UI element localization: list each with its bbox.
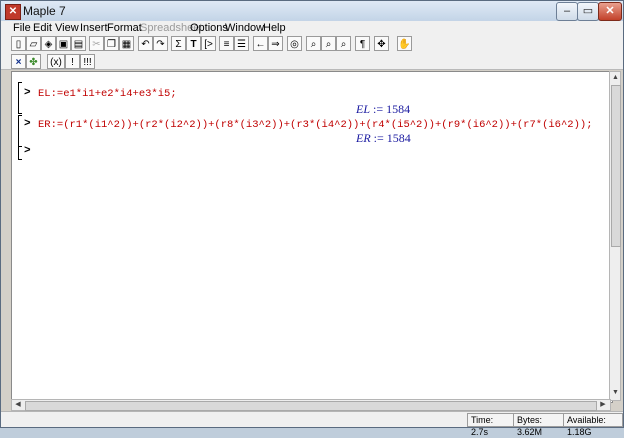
status-available: Available: 1.18G xyxy=(563,413,623,437)
prompt: > xyxy=(24,118,31,130)
menu-edit[interactable]: Edit xyxy=(33,22,52,34)
exec-group-icon[interactable]: ≡ xyxy=(219,36,234,51)
execution-group-bracket[interactable] xyxy=(18,146,22,160)
title-bar: ✕ Maple 7 – ▭ ✕ xyxy=(1,1,623,21)
eval-icon[interactable]: (x) xyxy=(47,54,65,69)
exclaim-all-icon[interactable]: !!! xyxy=(80,54,95,69)
paste-icon[interactable]: ▦ xyxy=(119,36,134,51)
expand-icon[interactable]: ✥ xyxy=(374,36,389,51)
cut-icon[interactable]: ✂ xyxy=(89,36,104,51)
output-variable: EL xyxy=(356,102,371,116)
output-value: 1584 xyxy=(386,131,411,145)
execution-group-bracket[interactable] xyxy=(18,115,22,147)
open-url-icon[interactable]: ◈ xyxy=(41,36,56,51)
command-input[interactable]: EL:=e1*i1+e2*i4+e3*i5; xyxy=(38,88,177,100)
maximize-button[interactable]: ▭ xyxy=(577,2,599,21)
output-assign: := xyxy=(373,131,384,145)
save-icon[interactable]: ▣ xyxy=(56,36,71,51)
menu-insert[interactable]: Insert xyxy=(80,22,108,34)
horizontal-scroll-thumb[interactable] xyxy=(25,401,597,411)
close-button[interactable]: ✕ xyxy=(598,2,622,21)
open-icon[interactable]: ▱ xyxy=(26,36,41,51)
menu-format[interactable]: Format xyxy=(107,22,142,34)
paragraph-icon[interactable]: ¶ xyxy=(355,36,370,51)
horizontal-scrollbar[interactable]: ◀ ▶ xyxy=(11,399,611,411)
context-toolbar: × ✤ (x) ! !!! xyxy=(1,53,623,70)
command-output: EL := 1584 xyxy=(356,102,410,117)
zoom-large-icon[interactable]: ⌕ xyxy=(336,36,351,51)
sum-icon[interactable]: Σ xyxy=(171,36,186,51)
output-assign: := xyxy=(373,102,384,116)
menu-window[interactable]: Window xyxy=(225,22,264,34)
exec-all-icon[interactable]: ☰ xyxy=(234,36,249,51)
menu-options[interactable]: Options xyxy=(190,22,228,34)
print-icon[interactable]: ▤ xyxy=(71,36,86,51)
command-input[interactable]: ER:=(r1*(i1^2))+(r2*(i2^2))+(r8*(i3^2))+… xyxy=(38,119,593,131)
status-bytes: Bytes: 3.62M xyxy=(513,413,566,437)
minimize-button[interactable]: – xyxy=(556,2,578,21)
undo-icon[interactable]: ↶ xyxy=(138,36,153,51)
execution-group-bracket[interactable] xyxy=(18,82,22,114)
menu-bar: File Edit View Insert Format Spreadsheet… xyxy=(1,21,623,35)
command-output: ER := 1584 xyxy=(356,131,411,146)
output-variable: ER xyxy=(356,131,371,145)
scroll-right-icon[interactable]: ▶ xyxy=(598,400,608,410)
math-input-icon[interactable]: [> xyxy=(201,36,216,51)
status-time: Time: 2.7s xyxy=(467,413,516,437)
maple-window: ✕ Maple 7 – ▭ ✕ File Edit View Insert Fo… xyxy=(0,0,624,437)
toolbar: ▯ ▱ ◈ ▣ ▤ ✂ ❐ ▦ ↶ ↷ Σ T [> ≡ ☰ ← ⇒ ◎ ⌕ ⌕… xyxy=(1,35,623,54)
close-x-icon[interactable]: × xyxy=(11,54,26,69)
prompt: > xyxy=(24,145,31,157)
back-icon[interactable]: ← xyxy=(253,36,268,51)
output-value: 1584 xyxy=(386,102,411,116)
maple-leaf-icon[interactable]: ✕ xyxy=(5,4,21,20)
menu-file[interactable]: File xyxy=(13,22,31,34)
window-title: Maple 7 xyxy=(23,4,66,18)
redo-icon[interactable]: ↷ xyxy=(153,36,168,51)
menu-view[interactable]: View xyxy=(55,22,79,34)
restart-icon[interactable]: ✋ xyxy=(397,36,412,51)
worksheet[interactable]: > EL:=e1*i1+e2*i4+e3*i5; EL := 1584 > ER… xyxy=(11,71,613,403)
vertical-scrollbar[interactable]: ▲ ▼ xyxy=(609,71,621,401)
vertical-scroll-thumb[interactable] xyxy=(611,85,621,247)
scroll-down-icon[interactable]: ▼ xyxy=(611,388,620,398)
zoom-normal-icon[interactable]: ⌕ xyxy=(321,36,336,51)
maple-leaf-icon[interactable]: ✤ xyxy=(26,54,41,69)
forward-icon[interactable]: ⇒ xyxy=(268,36,283,51)
new-icon[interactable]: ▯ xyxy=(11,36,26,51)
status-bar: Time: 2.7s Bytes: 3.62M Available: 1.18G xyxy=(1,411,623,437)
zoom-small-icon[interactable]: ⌕ xyxy=(306,36,321,51)
scroll-left-icon[interactable]: ◀ xyxy=(13,400,23,410)
prompt: > xyxy=(24,87,31,99)
exclaim-icon[interactable]: ! xyxy=(65,54,80,69)
copy-icon[interactable]: ❐ xyxy=(104,36,119,51)
stop-icon[interactable]: ◎ xyxy=(287,36,302,51)
text-icon[interactable]: T xyxy=(186,36,201,51)
menu-help[interactable]: Help xyxy=(263,22,286,34)
scroll-up-icon[interactable]: ▲ xyxy=(611,73,620,83)
